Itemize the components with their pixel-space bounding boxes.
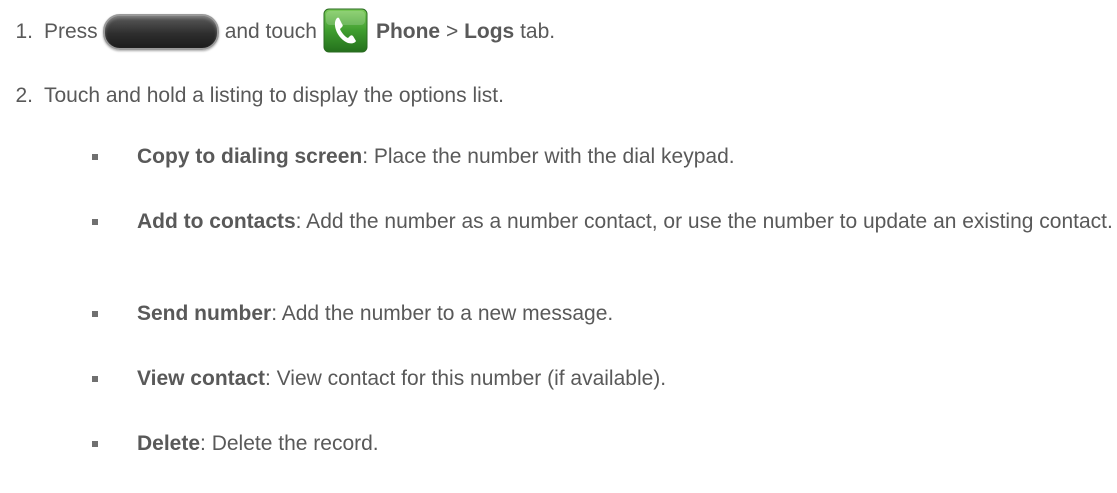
- phone-label: Phone: [375, 20, 441, 43]
- step-text-press: Press: [44, 20, 98, 43]
- step-text-tab: tab.: [520, 20, 556, 43]
- list-item-text: Add to contacts: Add the number as a num…: [137, 208, 1117, 235]
- bullet-icon: [92, 441, 98, 447]
- option-term: Add to contacts: [137, 210, 296, 233]
- step-2: 2. Touch and hold a listing to display t…: [0, 76, 504, 116]
- option-term: Copy to dialing screen: [137, 145, 363, 168]
- option-term: Delete: [137, 432, 201, 455]
- phone-app-icon: [323, 8, 368, 53]
- separator: >: [445, 20, 459, 43]
- list-item-text: View contact: View contact for this numb…: [137, 365, 1117, 392]
- option-desc: : Delete the record.: [200, 432, 379, 455]
- option-desc: : Add the number as a number contact, or…: [295, 210, 1113, 233]
- list-item-text: Send number: Add the number to a new mes…: [137, 300, 1117, 327]
- step-text: Touch and hold a listing to display the …: [44, 84, 504, 107]
- step-1: 1. Press and touch Phone > Logs tab.: [0, 8, 556, 52]
- option-term: Send number: [137, 302, 272, 325]
- step-number: 1.: [15, 20, 33, 43]
- bullet-icon: [92, 219, 98, 225]
- bullet-icon: [92, 376, 98, 382]
- logs-label: Logs: [464, 20, 515, 43]
- option-desc: : Add the number to a new message.: [271, 302, 614, 325]
- list-item-text: Copy to dialing screen: Place the number…: [137, 143, 1117, 170]
- list-item-text: Delete: Delete the record.: [137, 430, 1117, 457]
- step-number: 2.: [15, 84, 33, 107]
- home-key-icon: [102, 14, 219, 50]
- option-desc: : View contact for this number (if avail…: [265, 367, 667, 390]
- option-term: View contact: [137, 367, 265, 390]
- option-desc: : Place the number with the dial keypad.: [362, 145, 735, 168]
- step-text-and-touch: and touch: [224, 20, 317, 43]
- bullet-icon: [92, 154, 98, 160]
- instructions-page: 1. Press and touch Phone > Logs tab. 2. …: [0, 0, 1117, 493]
- bullet-icon: [92, 311, 98, 317]
